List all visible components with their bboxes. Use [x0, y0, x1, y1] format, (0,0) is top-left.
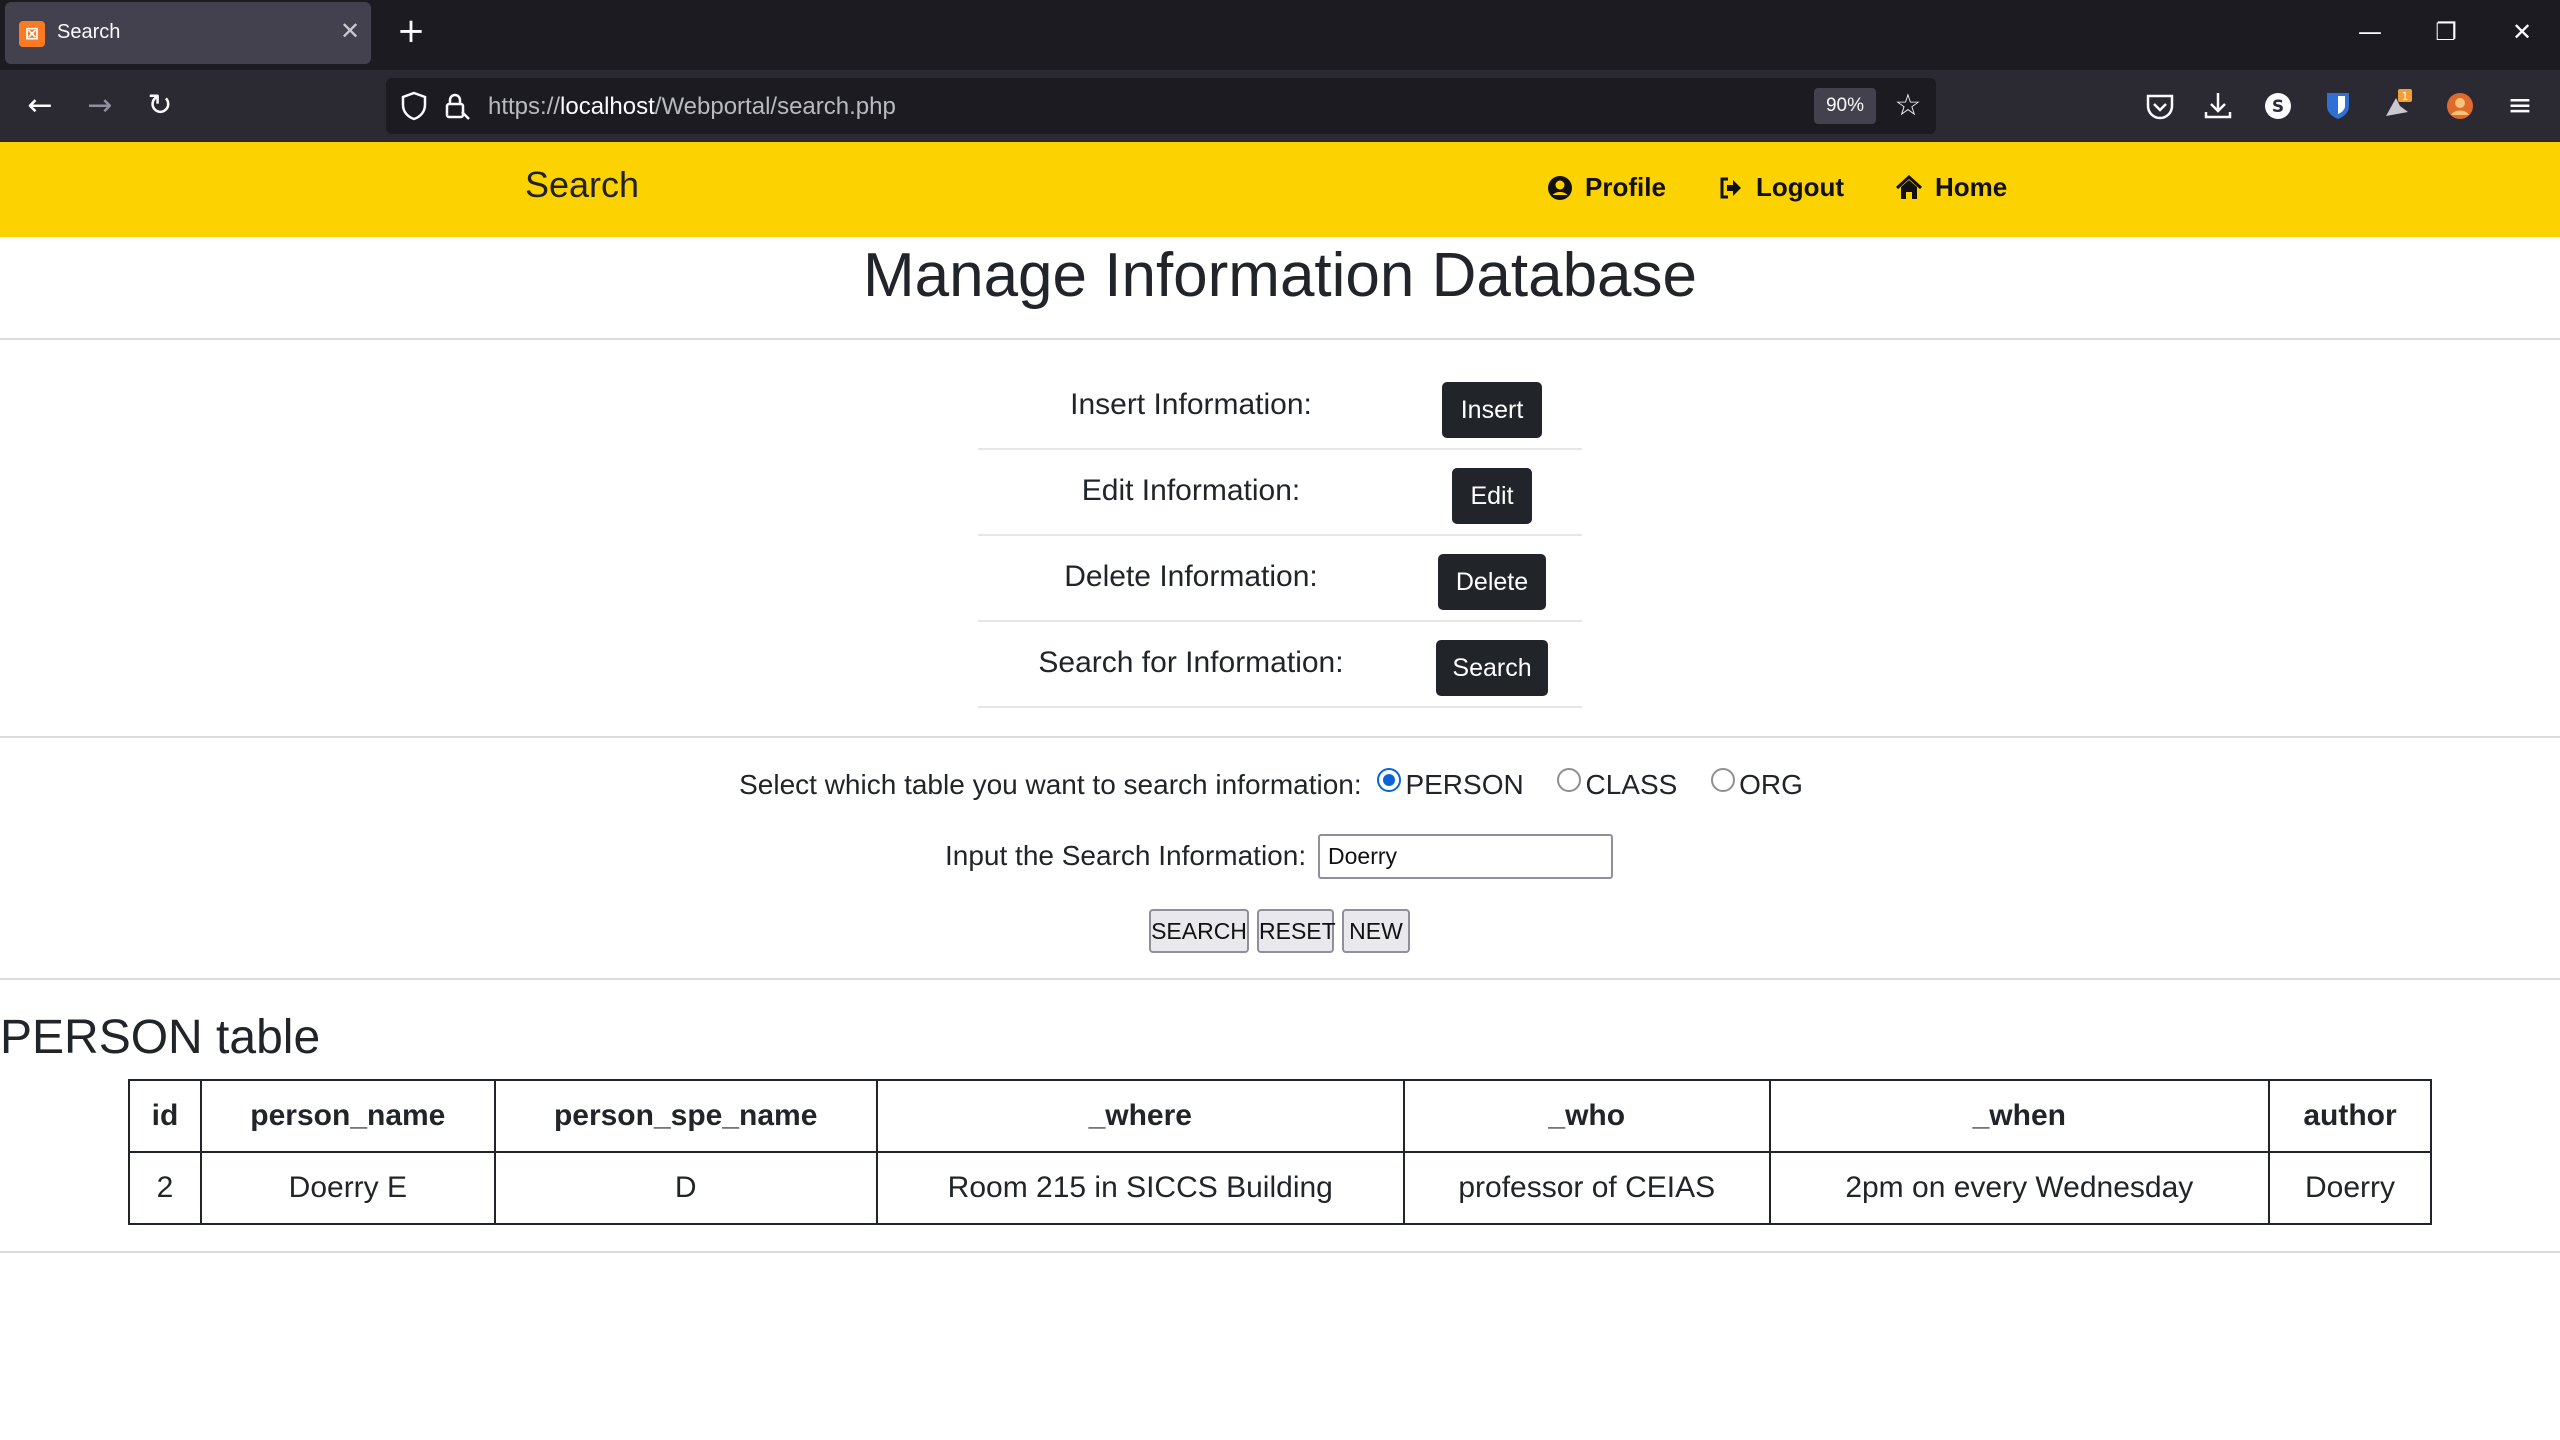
radio-org[interactable] — [1711, 768, 1736, 792]
action-row-delete: Delete Information: Delete — [978, 536, 1582, 622]
minimize-window-button[interactable]: — — [2342, 10, 2398, 54]
divider — [0, 736, 2560, 738]
forward-arrow-icon[interactable]: → — [80, 86, 120, 126]
table-header-row: id person_name person_spe_name _where _w… — [128, 1079, 2432, 1153]
edit-information-label: Edit Information: — [1081, 474, 1301, 507]
divider — [0, 338, 2560, 340]
column-header-author: author — [2268, 1079, 2432, 1153]
url-bar[interactable]: https://localhost/Webportal/search.php 9… — [386, 78, 1936, 134]
account-avatar-icon[interactable] — [2440, 86, 2480, 126]
lock-icon[interactable] — [440, 90, 472, 122]
column-header-who: _who — [1402, 1079, 1771, 1153]
delete-information-label: Delete Information: — [1064, 560, 1318, 593]
search-button[interactable]: Search — [1436, 640, 1548, 696]
bitwarden-shield-icon[interactable] — [2318, 86, 2358, 126]
insert-information-label: Insert Information: — [1070, 388, 1312, 421]
nav-home-label: Home — [1935, 172, 2008, 202]
home-icon — [1895, 174, 1923, 199]
reload-icon[interactable]: ↻ — [140, 86, 180, 126]
search-input-label: Input the Search Information: — [945, 840, 1307, 871]
table-row: 2 Doerry E D Room 215 in SICCS Building … — [128, 1151, 2432, 1225]
results-heading: PERSON table — [0, 1011, 321, 1064]
nav-profile-label: Profile — [1585, 172, 1666, 202]
nav-home-link[interactable]: Home — [1895, 172, 2007, 203]
zoom-level-button[interactable]: 90% — [1814, 88, 1876, 124]
radio-class-label[interactable]: CLASS — [1585, 769, 1677, 800]
close-window-button[interactable]: ✕ — [2494, 10, 2550, 54]
downloads-icon[interactable] — [2198, 86, 2238, 126]
browser-nav-bar: ← → ↻ https://localhost/Webportal/search… — [0, 70, 2560, 142]
radio-person-label[interactable]: PERSON — [1405, 769, 1523, 800]
site-brand[interactable]: Search — [525, 164, 639, 206]
tab-close-icon[interactable]: ✕ — [335, 16, 365, 46]
divider — [0, 1251, 2560, 1253]
edit-button[interactable]: Edit — [1452, 468, 1532, 524]
url-path: /Webportal/search.php — [654, 93, 896, 120]
tracking-shield-icon[interactable] — [398, 90, 430, 122]
cell-author: Doerry — [2268, 1151, 2432, 1225]
radio-org-label[interactable]: ORG — [1739, 769, 1803, 800]
url-text[interactable]: https://localhost/Webportal/search.php — [488, 93, 896, 121]
xampp-favicon-icon: ⊠ — [19, 21, 45, 47]
restore-window-button[interactable]: ❐ — [2418, 10, 2474, 54]
column-header-person-spe-name: person_spe_name — [493, 1079, 878, 1153]
radio-person[interactable] — [1377, 768, 1402, 792]
search-submit-button[interactable]: SEARCH — [1149, 909, 1249, 953]
user-circle-icon — [1548, 175, 1572, 200]
site-header: Search Profile Logout Home — [0, 142, 2560, 237]
cell-who: professor of CEIAS — [1402, 1151, 1771, 1225]
url-prefix: https:// — [488, 93, 561, 120]
insert-button[interactable]: Insert — [1442, 382, 1542, 438]
new-button[interactable]: NEW — [1342, 909, 1410, 953]
tab-title: Search — [57, 21, 121, 43]
action-row-insert: Insert Information: Insert — [978, 364, 1582, 450]
results-table: id person_name person_spe_name _where _w… — [128, 1079, 2432, 1225]
column-header-id: id — [128, 1079, 202, 1153]
column-header-when: _when — [1768, 1079, 2271, 1153]
page-title: Manage Information Database — [862, 241, 1698, 310]
column-header-person-name: person_name — [199, 1079, 496, 1153]
bookmark-star-icon[interactable]: ☆ — [1890, 88, 1926, 124]
hamburger-menu-icon[interactable]: ≡ — [2500, 86, 2540, 126]
pocket-icon[interactable] — [2140, 86, 2180, 126]
svg-text:1: 1 — [2402, 90, 2409, 103]
sign-out-icon — [1720, 177, 1741, 198]
cell-where: Room 215 in SICCS Building — [875, 1151, 1405, 1225]
cell-when: 2pm on every Wednesday — [1768, 1151, 2271, 1225]
action-row-search: Search for Information: Search — [978, 622, 1582, 708]
nav-logout-link[interactable]: Logout — [1718, 172, 1844, 203]
radio-class[interactable] — [1557, 768, 1582, 792]
table-select-prompt: Select which table you want to search in… — [739, 769, 1362, 800]
cell-id: 2 — [128, 1151, 202, 1225]
delete-button[interactable]: Delete — [1438, 554, 1546, 610]
search-information-label: Search for Information: — [1038, 646, 1344, 679]
action-row-edit: Edit Information: Edit — [978, 450, 1582, 536]
table-select-row: Select which table you want to search in… — [0, 768, 2560, 801]
nav-logout-label: Logout — [1756, 172, 1845, 202]
cell-person-name: Doerry E — [199, 1151, 496, 1225]
reset-button[interactable]: RESET — [1257, 909, 1336, 953]
svg-text:S: S — [2272, 97, 2284, 117]
extension-s-icon[interactable]: S — [2258, 86, 2298, 126]
divider — [0, 978, 2560, 980]
cell-person-spe-name: D — [493, 1151, 878, 1225]
search-input[interactable] — [1318, 834, 1613, 879]
url-host: localhost — [560, 93, 655, 120]
new-tab-button[interactable]: + — [392, 12, 430, 50]
extension-badge-icon[interactable]: 1 — [2378, 86, 2418, 126]
nav-profile-link[interactable]: Profile — [1547, 172, 1666, 203]
back-arrow-icon[interactable]: ← — [20, 86, 60, 126]
browser-tab-bar: ⊠ Search ✕ + — ❐ ✕ — [0, 0, 2560, 70]
column-header-where: _where — [875, 1079, 1405, 1153]
browser-tab-search[interactable]: ⊠ Search ✕ — [5, 2, 371, 64]
